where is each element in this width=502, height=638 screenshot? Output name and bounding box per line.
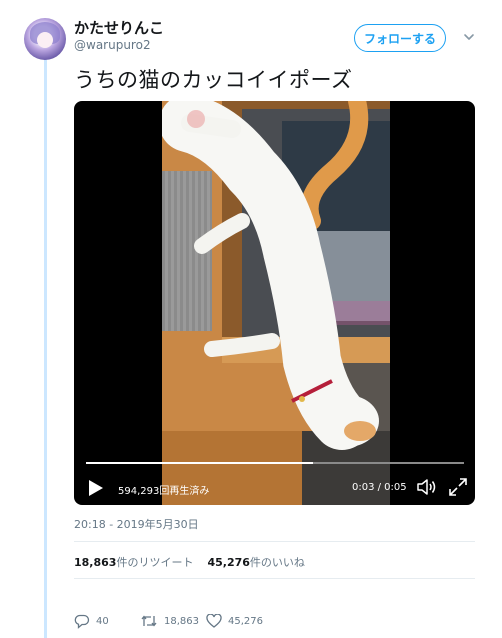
- like-stat-count: 45,276: [207, 556, 250, 569]
- reply-button[interactable]: 40: [74, 614, 109, 629]
- like-stat-label: 件のいいね: [249, 556, 305, 569]
- reply-count: 40: [96, 616, 109, 627]
- thread-line: [44, 58, 47, 638]
- engagement-stats: 18,863件のリツイート 45,276件のいいね: [74, 554, 305, 570]
- video-progress-fill: [86, 462, 313, 464]
- video-frame[interactable]: [162, 101, 390, 505]
- divider: [74, 541, 475, 542]
- retweet-button[interactable]: 18,863: [140, 614, 199, 628]
- avatar[interactable]: [24, 18, 66, 60]
- retweet-count: 18,863: [164, 615, 199, 627]
- tweet-text: うちの猫のカッコイイポーズ: [74, 68, 353, 92]
- volume-icon[interactable]: [416, 477, 438, 497]
- retweet-stat[interactable]: 18,863件のリツイート: [74, 556, 193, 569]
- play-icon[interactable]: [88, 479, 104, 497]
- retweet-stat-count: 18,863: [74, 556, 117, 569]
- divider: [74, 578, 475, 579]
- retweet-icon: [141, 615, 157, 627]
- like-button[interactable]: 45,276: [206, 614, 263, 628]
- reply-icon: [74, 614, 90, 629]
- chevron-down-icon[interactable]: [462, 30, 476, 44]
- video-time: 0:03 / 0:05: [352, 482, 407, 493]
- video-player[interactable]: 594,293回再生済み 0:03 / 0:05: [74, 101, 475, 505]
- fullscreen-icon[interactable]: [448, 477, 468, 497]
- avatar-face: [37, 32, 53, 48]
- user-handle[interactable]: @warupuro2: [74, 38, 151, 52]
- video-progress-bar[interactable]: [86, 462, 464, 464]
- view-count: 594,293回再生済み: [118, 486, 210, 497]
- like-count: 45,276: [228, 615, 263, 627]
- cat-video-image: [162, 101, 390, 505]
- follow-button[interactable]: フォローする: [354, 24, 446, 52]
- heart-icon: [206, 614, 222, 628]
- user-name[interactable]: かたせりんこ: [74, 17, 164, 38]
- tweet-timestamp[interactable]: 20:18 - 2019年5月30日: [74, 516, 199, 532]
- retweet-stat-label: 件のリツイート: [116, 556, 194, 569]
- like-stat[interactable]: 45,276件のいいね: [207, 556, 304, 569]
